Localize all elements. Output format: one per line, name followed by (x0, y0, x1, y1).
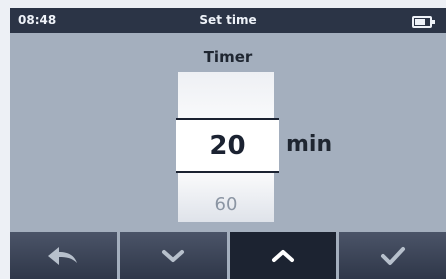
down-button[interactable] (119, 232, 227, 279)
timer-heading: Timer (203, 48, 253, 66)
softkey-bar (10, 232, 446, 279)
selected-value-band[interactable]: 20 (176, 118, 279, 173)
battery-icon (412, 16, 435, 28)
unit-label: min (286, 132, 333, 157)
screen-title: Set time (199, 13, 257, 27)
device-screen: 08:48 Set time Timer 60 20 min (10, 8, 446, 279)
back-arrow-icon (48, 246, 78, 265)
selected-value: 20 (209, 131, 246, 161)
chevron-down-icon (162, 249, 185, 262)
up-button[interactable] (229, 232, 337, 279)
chevron-up-icon (271, 249, 294, 262)
back-button[interactable] (10, 232, 117, 279)
status-bar: 08:48 Set time (10, 8, 446, 33)
checkmark-icon (380, 246, 405, 265)
confirm-button[interactable] (339, 232, 446, 279)
next-value[interactable]: 60 (178, 191, 274, 219)
